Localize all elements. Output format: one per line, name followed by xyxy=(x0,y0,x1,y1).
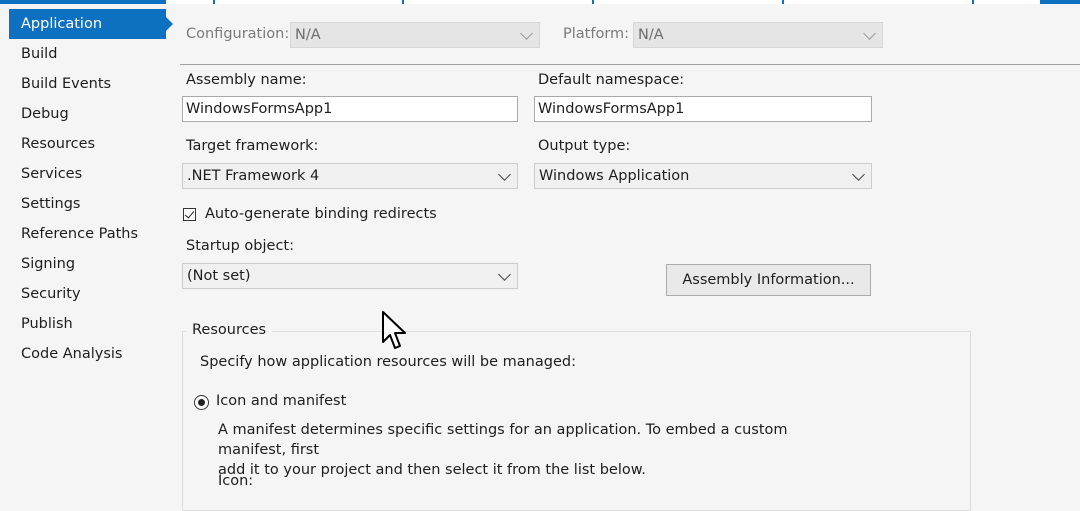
platform-dropdown[interactable]: N/A xyxy=(633,22,883,48)
assembly-name-value: WindowsFormsApp1 xyxy=(186,101,333,117)
assembly-name-field[interactable]: WindowsFormsApp1 xyxy=(182,96,518,122)
configuration-value: N/A xyxy=(295,27,321,43)
output-type-value: Windows Application xyxy=(539,168,690,184)
manifest-help-line-1: A manifest determines specific settings … xyxy=(218,422,788,458)
manifest-help-text: A manifest determines specific settings … xyxy=(218,420,858,480)
chevron-down-icon xyxy=(520,27,533,40)
default-namespace-field[interactable]: WindowsFormsApp1 xyxy=(534,96,872,122)
default-namespace-label: Default namespace: xyxy=(538,72,685,88)
resources-description: Specify how application resources will b… xyxy=(200,354,576,370)
icon-label: Icon: xyxy=(218,473,254,489)
configuration-dropdown[interactable]: N/A xyxy=(290,22,540,48)
target-framework-label: Target framework: xyxy=(186,138,319,154)
platform-value: N/A xyxy=(638,27,664,43)
mouse-pointer-icon xyxy=(382,311,406,349)
assembly-name-label: Assembly name: xyxy=(186,72,307,88)
assembly-information-button[interactable]: Assembly Information... xyxy=(666,264,871,296)
config-separator xyxy=(180,64,1080,65)
default-namespace-value: WindowsFormsApp1 xyxy=(538,101,685,117)
icon-manifest-radio[interactable] xyxy=(194,395,209,410)
target-framework-dropdown[interactable]: .NET Framework 4 xyxy=(182,163,518,189)
startup-object-label: Startup object: xyxy=(186,238,294,254)
output-type-label: Output type: xyxy=(538,138,631,154)
startup-object-value: (Not set) xyxy=(187,268,251,284)
application-page: Configuration: N/A Platform: N/A Assembl… xyxy=(0,0,1080,511)
target-framework-value: .NET Framework 4 xyxy=(187,168,320,184)
auto-binding-checkbox[interactable] xyxy=(183,208,196,221)
platform-label: Platform: xyxy=(563,26,630,42)
chevron-down-icon xyxy=(852,168,865,181)
auto-binding-label[interactable]: Auto-generate binding redirects xyxy=(205,206,437,222)
icon-manifest-label[interactable]: Icon and manifest xyxy=(216,393,346,409)
startup-object-dropdown[interactable]: (Not set) xyxy=(182,263,518,289)
chevron-down-icon xyxy=(863,27,876,40)
chevron-down-icon xyxy=(498,268,511,281)
configuration-label: Configuration: xyxy=(186,26,290,42)
manifest-help-line-2: add it to your project and then select i… xyxy=(218,462,646,478)
resources-group-title: Resources xyxy=(186,322,273,338)
chevron-down-icon xyxy=(498,168,511,181)
output-type-dropdown[interactable]: Windows Application xyxy=(534,163,872,189)
